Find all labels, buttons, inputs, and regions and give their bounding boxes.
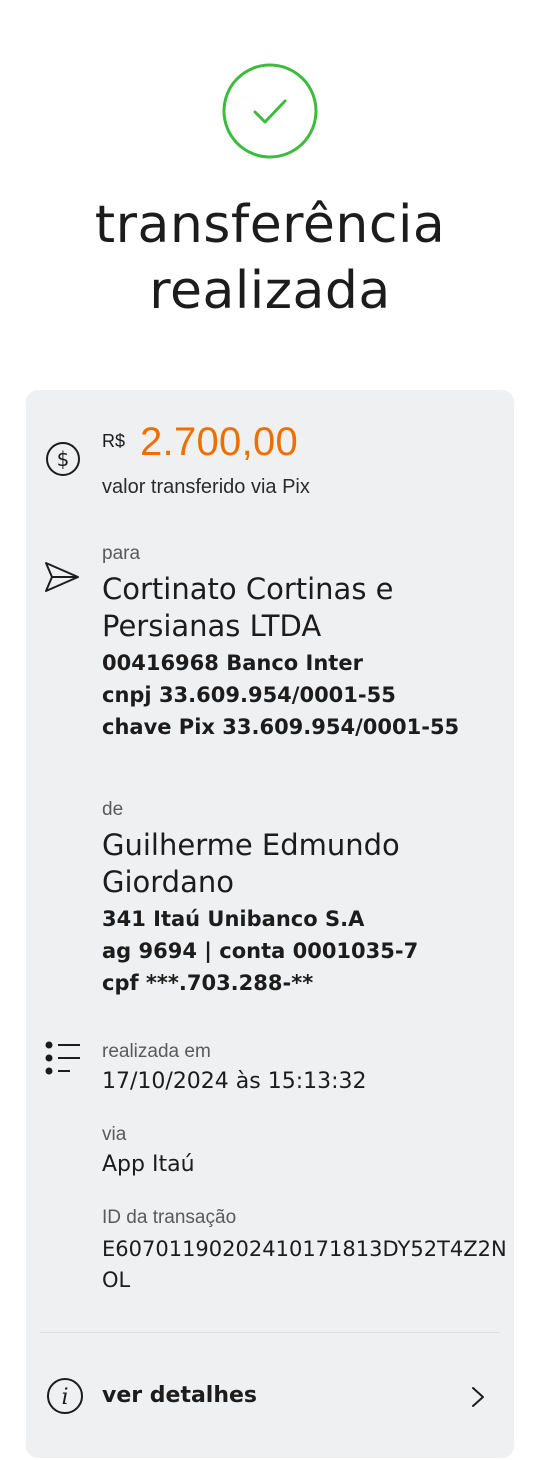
date-value: 17/10/2024 às 15:13:32 (102, 1069, 367, 1094)
sender-account: ag 9694 | conta 0001035-7 (102, 939, 419, 963)
success-check-icon (222, 63, 318, 159)
page-title-line1: transferência (94, 195, 446, 255)
recipient-name-line2: Persianas LTDA (102, 609, 322, 643)
via-label: via (102, 1124, 127, 1145)
list-icon (44, 1041, 82, 1080)
date-label: realizada em (102, 1041, 211, 1062)
recipient-bank: 00416968 Banco Inter (102, 651, 363, 675)
recipient-name: Cortinato Cortinas e Persianas LTDA (102, 571, 394, 645)
page-title: transferência realizada (0, 192, 540, 324)
page-title-line2: realizada (149, 261, 391, 321)
details-label[interactable]: ver detalhes (102, 1383, 257, 1408)
recipient-pix-key: chave Pix 33.609.954/0001-55 (102, 715, 460, 739)
transaction-id-line2: OL (102, 1268, 131, 1292)
dollar-icon: $ (45, 441, 81, 482)
sender-label: de (102, 799, 124, 820)
transaction-id: E60701190202410171813DY52T4Z2N OL (102, 1234, 522, 1296)
sender-cpf: cpf ***.703.288-** (102, 971, 314, 995)
chevron-right-icon[interactable] (468, 1385, 488, 1414)
amount-caption: valor transferido via Pix (102, 476, 310, 498)
transaction-id-line1: E60701190202410171813DY52T4Z2N (102, 1237, 507, 1261)
recipient-details: 00416968 Banco Inter cnpj 33.609.954/000… (102, 647, 459, 743)
sender-bank: 341 Itaú Unibanco S.A (102, 907, 365, 931)
details-row[interactable] (26, 1340, 514, 1450)
recipient-label: para (102, 543, 141, 564)
recipient-name-line1: Cortinato Cortinas e (102, 572, 394, 606)
sender-details: 341 Itaú Unibanco S.A ag 9694 | conta 00… (102, 903, 418, 999)
currency-symbol: R$ (102, 431, 126, 451)
transaction-id-label: ID da transação (102, 1207, 237, 1228)
sender-name-line2: Giordano (102, 865, 234, 899)
sender-name: Guilherme Edmundo Giordano (102, 827, 400, 901)
divider (40, 1332, 500, 1333)
sender-name-line1: Guilherme Edmundo (102, 828, 400, 862)
recipient-cnpj: cnpj 33.609.954/0001-55 (102, 683, 396, 707)
via-value: App Itaú (102, 1152, 195, 1177)
send-icon (43, 560, 81, 599)
svg-text:$: $ (57, 447, 70, 471)
svg-text:i: i (61, 1385, 68, 1410)
info-icon: i (46, 1377, 84, 1420)
transfer-amount: 2.700,00 (140, 420, 299, 464)
